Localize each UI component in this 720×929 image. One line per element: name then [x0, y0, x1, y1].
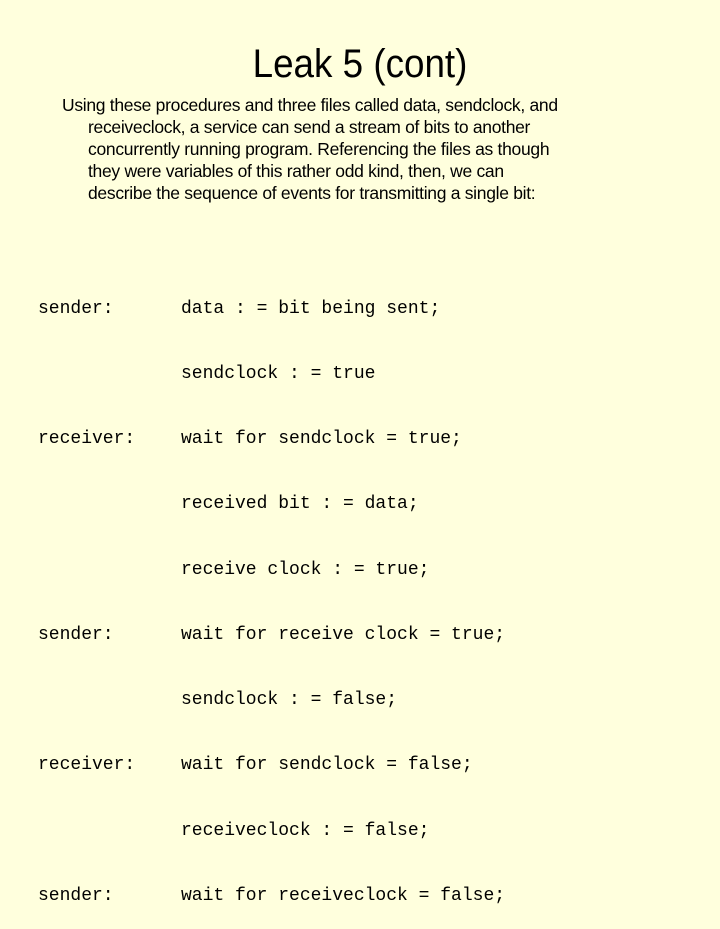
statement: sendclock : = false; — [181, 690, 398, 710]
statement: receiveclock : = false; — [181, 820, 430, 841]
protocol-step: receiver: wait for sendclock = true; — [38, 429, 505, 451]
role-label — [38, 560, 181, 582]
role-label — [38, 364, 181, 386]
role-label — [38, 494, 181, 516]
protocol-step: sender: data : = bit being sent; — [38, 299, 505, 321]
role-label — [38, 690, 181, 712]
statement: wait for sendclock = true; — [181, 429, 462, 449]
slide-title: Leak 5 (cont) — [252, 42, 468, 86]
statement: wait for receive clock = true; — [181, 624, 506, 645]
paragraph-line: receiveclock, a service can send a strea… — [88, 117, 531, 137]
description-paragraph: Using these procedures and three files c… — [62, 94, 662, 204]
role-label: receiver: — [38, 429, 136, 449]
protocol-step: receive clock : = true; — [38, 560, 505, 582]
statement: wait for receiveclock = false; — [181, 885, 506, 906]
statement: data : = bit being sent; — [181, 298, 441, 319]
protocol-step: sendclock : = false; — [38, 690, 505, 712]
protocol-step: sendclock : = true — [38, 364, 505, 386]
protocol-step: sender: wait for receive clock = true; — [38, 625, 505, 647]
paragraph-line: describe the sequence of events for tran… — [88, 183, 536, 203]
role-label: receiver: — [38, 755, 136, 776]
paragraph-line: they were variables of this rather odd k… — [88, 161, 504, 181]
role-label: sender: — [38, 885, 114, 906]
role-label: sender: — [38, 624, 114, 645]
protocol-sequence: sender: data : = bit being sent; sendcloc… — [38, 255, 505, 929]
statement: wait for sendclock = false; — [181, 755, 473, 776]
protocol-step: received bit : = data; — [38, 494, 505, 516]
statement: receive clock : = true; — [181, 559, 430, 580]
protocol-step: receiver: wait for sendclock = false; — [38, 755, 505, 777]
statement: sendclock : = true — [181, 363, 376, 384]
role-label — [38, 821, 181, 843]
paragraph-line: Using these procedures and three files c… — [62, 95, 558, 115]
protocol-step: receiveclock : = false; — [38, 821, 505, 843]
statement: received bit : = data; — [181, 494, 419, 515]
paragraph-line: concurrently running program. Referencin… — [88, 139, 550, 159]
protocol-step: sender: wait for receiveclock = false; — [38, 886, 505, 908]
role-label: sender: — [38, 298, 114, 319]
